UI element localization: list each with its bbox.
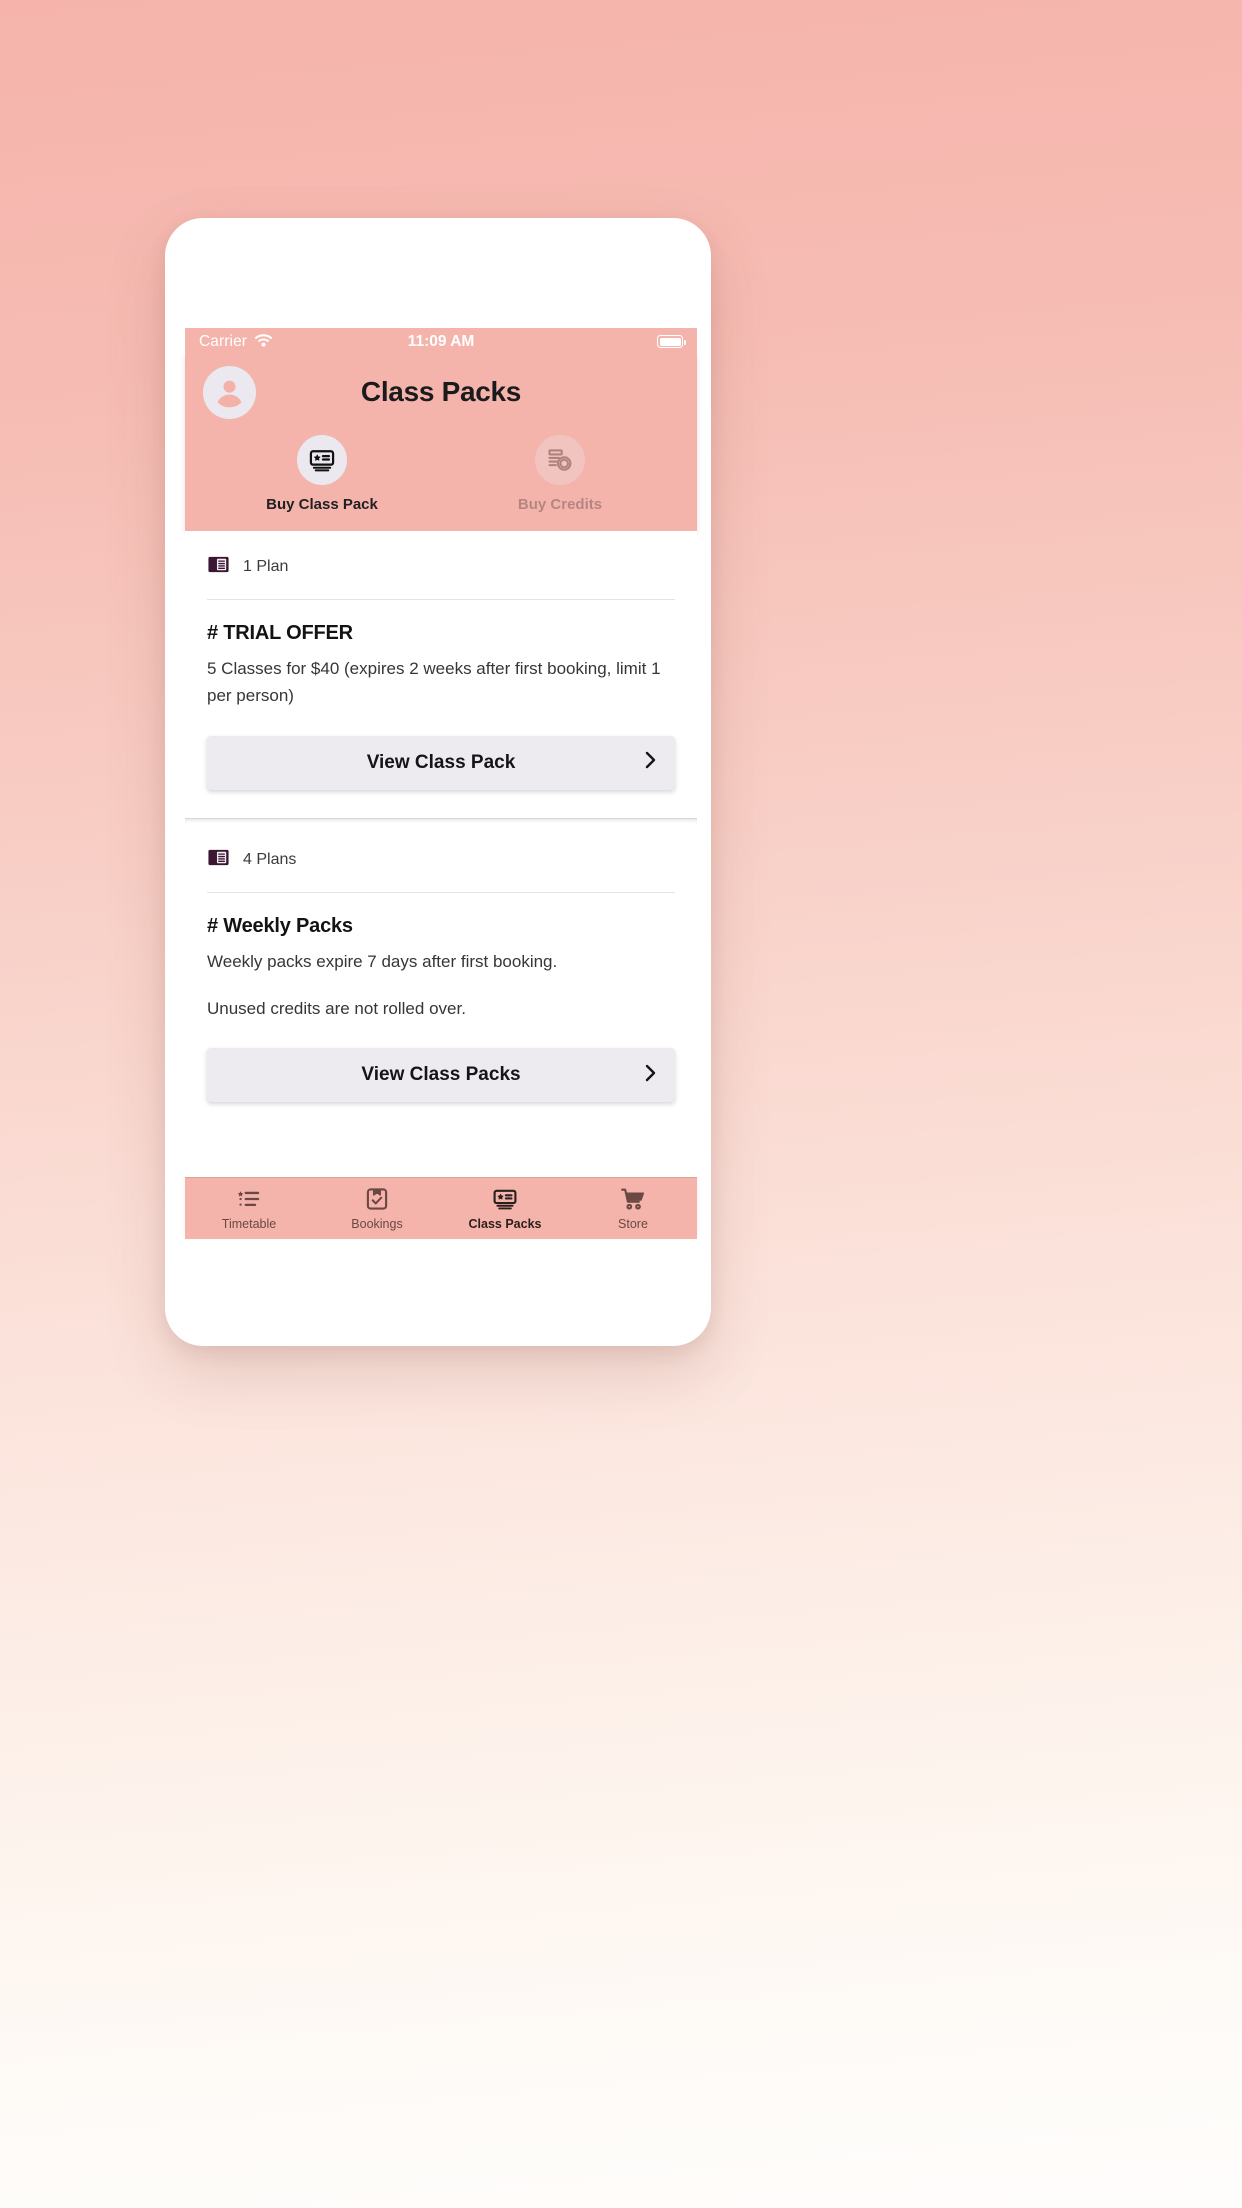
buy-credits-label: Buy Credits: [517, 496, 603, 513]
view-class-pack-label: View Class Pack: [366, 751, 516, 773]
plan-count-row: 4 Plans: [207, 824, 675, 892]
section-description: 5 Classes for $40 (expires 2 weeks after…: [207, 659, 661, 705]
header-actions: Buy Class Pack Buy Credits: [203, 435, 679, 513]
tab-bookings-label: Bookings: [351, 1217, 403, 1231]
section-description: Weekly packs expire 7 days after first b…: [207, 951, 558, 971]
page-title: Class Packs: [360, 376, 522, 407]
plan-count-label: 4 Plans: [243, 850, 297, 868]
plan-count-label: 1 Plan: [243, 558, 289, 575]
buy-class-pack-label: Buy Class Pack: [266, 496, 378, 513]
bottom-tab-bar: Timetable Bookings Class Packs Store: [185, 1177, 697, 1239]
buy-class-pack-button[interactable]: Buy Class Pack: [203, 435, 441, 513]
section-title: # TRIAL OFFER: [207, 622, 353, 644]
view-class-pack-button[interactable]: View Class Pack: [207, 735, 675, 790]
status-bar-right: [657, 335, 686, 348]
tab-class-packs[interactable]: Class Packs: [441, 1178, 569, 1239]
content-scroll[interactable]: 1 Plan # TRIAL OFFER 5 Classes for $40 (…: [185, 531, 697, 1177]
weekly-packs-section: 4 Plans # Weekly Packs Weekly packs expi…: [185, 823, 697, 1103]
wifi-icon: [254, 333, 273, 351]
app-viewport: Carrier 11:09 AM Class Packs Buy Class P…: [185, 328, 697, 1239]
buy-credits-button[interactable]: Buy Credits: [441, 435, 679, 513]
battery-full-icon: [657, 335, 686, 348]
view-class-packs-button[interactable]: View Class Packs: [207, 1048, 675, 1103]
section-description-secondary: Unused credits are not rolled over.: [207, 998, 466, 1018]
carrier-label: Carrier: [199, 332, 248, 350]
phone-mockup: Carrier 11:09 AM Class Packs Buy Class P…: [165, 218, 711, 1346]
bookings-clipboard-check-icon: [364, 1186, 390, 1212]
plan-book-icon: [207, 846, 230, 874]
class-pack-section: 1 Plan # TRIAL OFFER 5 Classes for $40 (…: [185, 531, 697, 790]
timetable-list-icon: [236, 1186, 262, 1212]
class-packs-card-icon: [492, 1186, 518, 1212]
plan-count-row: 1 Plan: [207, 531, 675, 599]
tab-timetable[interactable]: Timetable: [185, 1178, 313, 1239]
avatar[interactable]: [203, 365, 256, 419]
status-bar: Carrier 11:09 AM: [185, 328, 697, 355]
view-class-packs-label: View Class Packs: [361, 1064, 521, 1086]
tab-store-label: Store: [618, 1217, 648, 1231]
tab-bookings[interactable]: Bookings: [313, 1178, 441, 1239]
tab-store[interactable]: Store: [569, 1178, 697, 1239]
section-title: # Weekly Packs: [207, 914, 353, 937]
credits-money-icon: [535, 435, 585, 485]
app-header: Class Packs Buy Class Pack Buy Credits: [185, 355, 697, 531]
class-pack-card-icon: [297, 435, 347, 485]
status-bar-left: Carrier: [199, 333, 273, 351]
tab-timetable-label: Timetable: [221, 1217, 277, 1231]
tab-class-packs-label: Class Packs: [468, 1217, 542, 1231]
plan-book-icon: [207, 553, 230, 581]
header-top-row: Class Packs: [203, 363, 679, 421]
store-cart-icon: [620, 1186, 646, 1212]
